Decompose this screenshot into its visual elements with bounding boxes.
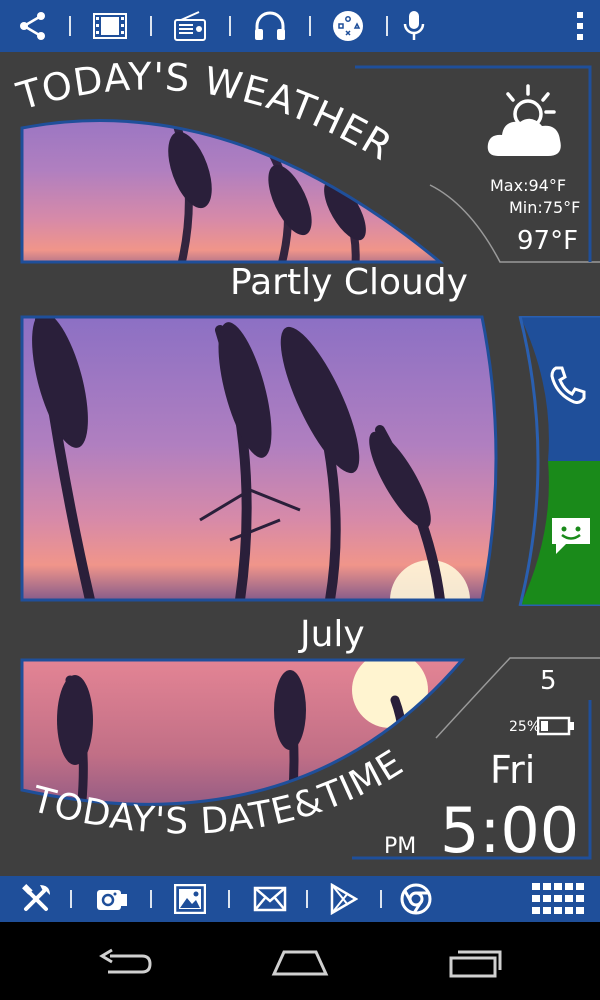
day-number: 5 — [540, 666, 557, 696]
gamepad-icon[interactable] — [326, 0, 370, 52]
system-navigation-bar — [0, 922, 600, 1000]
microphone-icon[interactable] — [392, 0, 436, 52]
current-temp: 97°F — [517, 226, 579, 256]
toolbar-divider — [386, 16, 388, 36]
tools-icon[interactable] — [16, 876, 56, 922]
top-toolbar — [0, 0, 600, 52]
battery-percent: 25% — [509, 719, 541, 735]
ampm-label: PM — [384, 834, 417, 859]
email-icon[interactable] — [250, 876, 290, 922]
toolbar-divider — [69, 16, 71, 36]
back-icon[interactable] — [98, 948, 154, 978]
toolbar-divider — [150, 16, 152, 36]
headphones-icon[interactable] — [248, 0, 292, 52]
film-icon[interactable] — [88, 0, 132, 52]
toolbar-divider — [229, 16, 231, 36]
bottom-toolbar — [0, 876, 600, 922]
phone-icon[interactable] — [548, 364, 586, 404]
toolbar-divider — [228, 890, 230, 908]
clock-time: 5:00 — [440, 794, 580, 867]
recents-icon[interactable] — [448, 946, 504, 978]
home-icon[interactable] — [270, 948, 330, 978]
min-temp: Min:75°F — [509, 198, 581, 217]
toolbar-divider — [309, 16, 311, 36]
widget-panel: TODAY'S WEATHER TODAY'S DATE&TIME Max:94… — [0, 52, 600, 876]
toolbar-divider — [306, 890, 308, 908]
camera-icon[interactable] — [92, 876, 132, 922]
month-label: July — [300, 614, 365, 655]
chrome-icon[interactable] — [396, 876, 436, 922]
battery-icon — [536, 716, 575, 736]
weekday-label: Fri — [490, 748, 536, 792]
overflow-menu-icon[interactable] — [566, 0, 594, 52]
weather-condition: Partly Cloudy — [230, 262, 468, 303]
calendar-photo — [22, 317, 496, 600]
messages-icon[interactable] — [550, 516, 592, 556]
app-grid-icon[interactable] — [530, 876, 588, 922]
partly-cloudy-icon — [486, 84, 566, 162]
toolbar-divider — [150, 890, 152, 908]
share-icon[interactable] — [12, 0, 54, 52]
toolbar-divider — [380, 890, 382, 908]
side-tiles — [518, 316, 600, 606]
play-store-icon[interactable] — [324, 876, 364, 922]
radio-icon[interactable] — [168, 0, 212, 52]
toolbar-divider — [70, 890, 72, 908]
max-temp: Max:94°F — [490, 176, 567, 195]
gallery-icon[interactable] — [170, 876, 210, 922]
